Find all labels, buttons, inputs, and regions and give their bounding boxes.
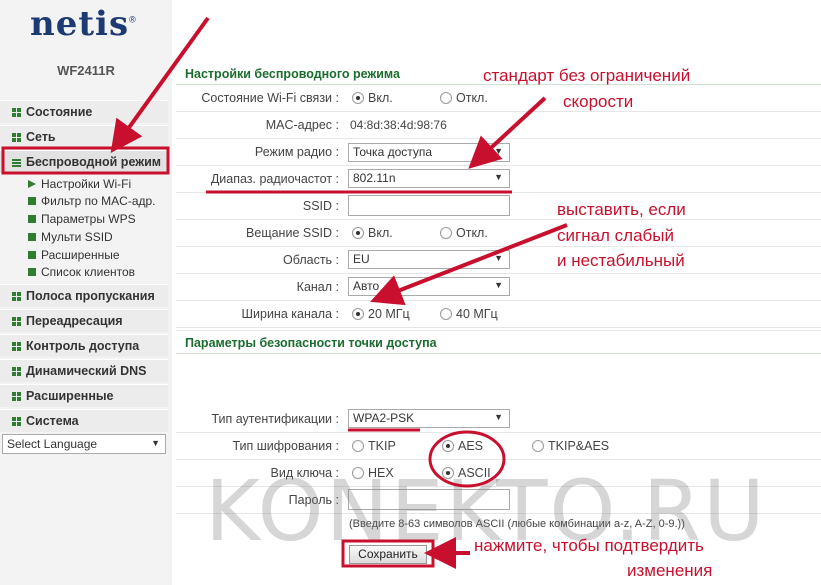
arrow-to-band bbox=[468, 96, 547, 169]
annotation-standard: стандарт без ограничений bbox=[483, 66, 691, 85]
wireless-highlight-box bbox=[1, 146, 170, 175]
annotation-save-1: нажмите, чтобы подтвердить bbox=[474, 536, 704, 555]
save-highlight-box bbox=[341, 539, 435, 568]
arrow-to-wireless bbox=[110, 16, 210, 153]
annotation-standard-2: скорости bbox=[563, 92, 634, 111]
annotation-width-2: сигнал слабый bbox=[557, 226, 675, 245]
annotation-width-1: выставить, если bbox=[557, 200, 686, 219]
annotation-width-3: и нестабильный bbox=[557, 251, 685, 270]
aes-ascii-circle bbox=[428, 430, 506, 488]
arrow-to-width bbox=[370, 223, 568, 306]
annotation-save-2: изменения bbox=[627, 561, 713, 580]
annotation-overlay bbox=[1, 16, 568, 569]
